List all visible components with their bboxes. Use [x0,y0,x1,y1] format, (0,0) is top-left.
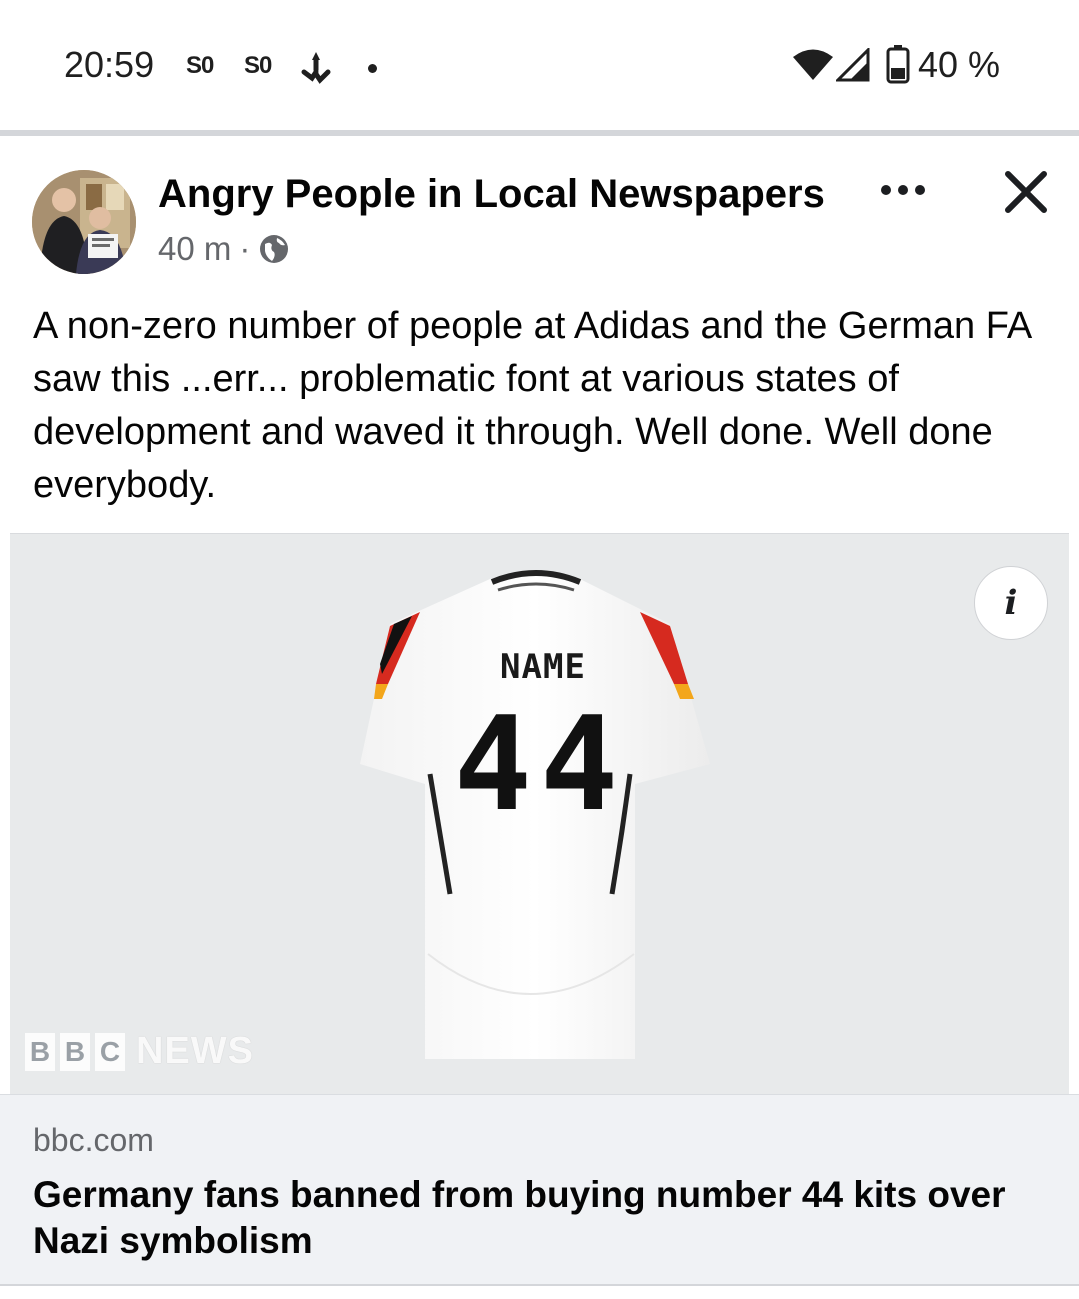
globe-icon [260,235,289,263]
meta-separator: · [239,230,251,267]
watermark-text: NEWS [136,1030,254,1072]
jersey-name: NAME [500,647,586,687]
watermark-block: B [60,1032,90,1071]
wifi-icon [793,49,833,80]
status-bar: 20:59 S0 S0 40 % [0,0,1079,132]
sync-icon [301,52,331,84]
post-time[interactable]: 40 m [158,230,231,268]
watermark-block: B [25,1032,55,1071]
link-domain: bbc.com [33,1122,154,1158]
more-options-button[interactable] [878,168,928,208]
battery-icon [886,45,910,84]
page-avatar[interactable] [32,170,136,274]
watermark-block: C [95,1032,125,1071]
battery-percent: 40 % [918,44,1001,85]
page-name[interactable]: Angry People in Local Newspapers [158,172,825,217]
notification-icon: S0 [186,52,214,79]
divider [0,130,1079,136]
divider [0,1284,1079,1286]
link-preview-image[interactable]: NAME 44 [10,533,1069,1094]
notification-dot [368,64,377,73]
close-icon [1005,171,1047,213]
jersey-number: 44 [453,688,627,840]
close-button[interactable] [1002,168,1050,216]
post-text: A non-zero number of people at Adidas an… [33,305,1031,506]
avatar-image [32,170,136,274]
status-time: 20:59 [64,44,155,85]
bbc-news-watermark: B B C NEWS [25,1030,254,1073]
post-meta: 40 m · [158,230,290,268]
info-button[interactable]: i [974,566,1048,640]
notification-icon: S0 [244,52,272,79]
link-title[interactable]: Germany fans banned from buying number 4… [33,1172,1033,1264]
signal-icon [836,48,870,82]
more-icon [881,185,925,195]
